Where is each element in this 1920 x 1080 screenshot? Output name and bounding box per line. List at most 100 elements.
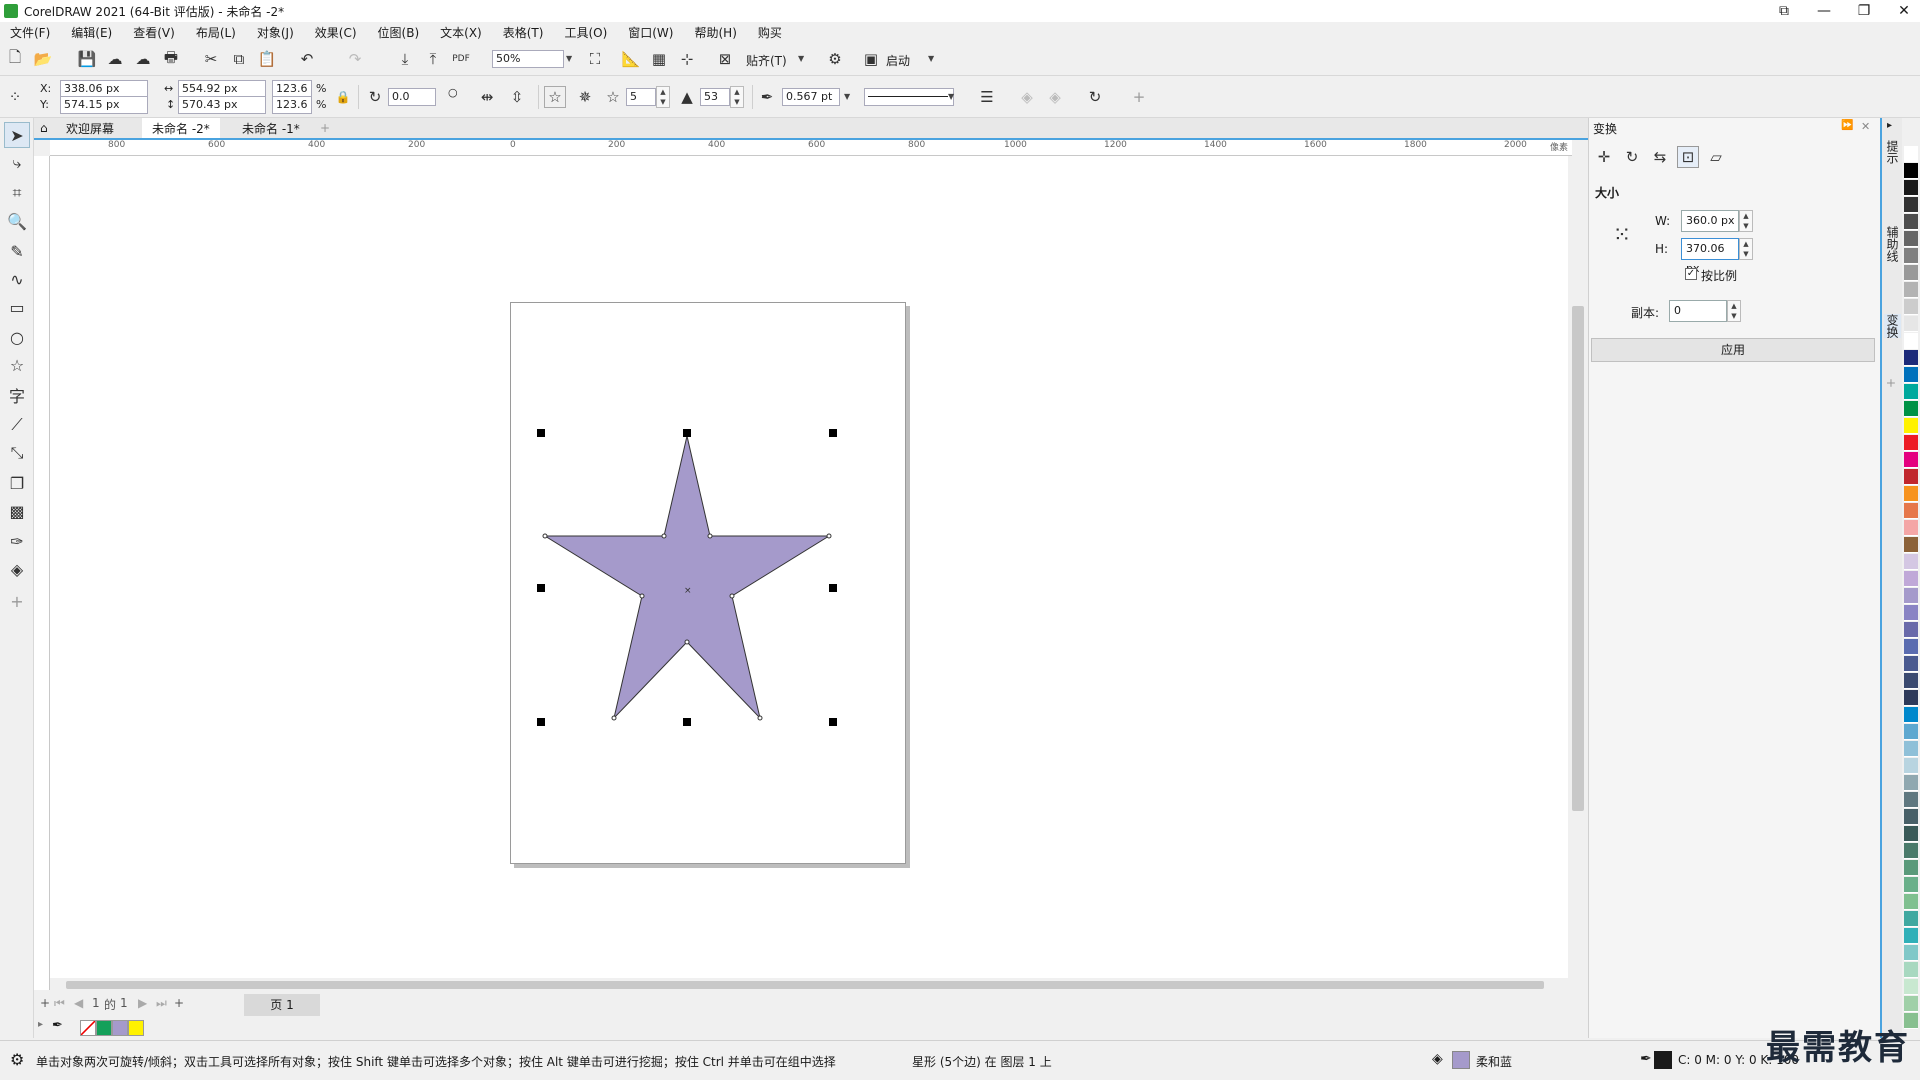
scale-y-input[interactable]: 123.6: [272, 96, 312, 114]
copies-input[interactable]: 0: [1669, 300, 1727, 322]
pdf-icon[interactable]: PDF: [450, 48, 472, 70]
handle-bottom-left[interactable]: [537, 718, 545, 726]
outline-width-dropdown-icon[interactable]: ▼: [844, 92, 850, 101]
print-icon[interactable]: 🖶: [160, 48, 182, 70]
menu-window[interactable]: 窗口(W): [628, 24, 673, 41]
palette-swatch[interactable]: [1904, 860, 1918, 876]
new-document-icon[interactable]: 🗋: [4, 48, 26, 70]
status-gear-icon[interactable]: ⚙: [10, 1050, 24, 1069]
export-icon[interactable]: ⤒: [422, 48, 444, 70]
menu-effects[interactable]: 效果(C): [315, 24, 357, 41]
to-back-icon[interactable]: ◈: [1044, 86, 1066, 108]
apply-button[interactable]: 应用: [1591, 338, 1875, 362]
star-sharpness-input[interactable]: 53: [700, 88, 730, 106]
menu-table[interactable]: 表格(T): [503, 24, 544, 41]
outline-width-input[interactable]: 0.567 pt: [782, 88, 840, 106]
menu-buy[interactable]: 购买: [758, 24, 782, 41]
palette-swatch[interactable]: [1904, 758, 1918, 774]
object-origin-icon[interactable]: ⁘: [4, 86, 26, 108]
handle-top-left[interactable]: [537, 429, 545, 437]
sharpness-spinner-icon[interactable]: ▲ ▼: [730, 86, 744, 108]
palette-swatch[interactable]: [1904, 775, 1918, 791]
save-icon[interactable]: 💾: [76, 48, 98, 70]
cut-icon[interactable]: ✂: [200, 48, 222, 70]
connector-tool-icon[interactable]: ⤡: [4, 440, 30, 466]
mirror-horizontal-icon[interactable]: ⇹: [476, 86, 498, 108]
star-shape[interactable]: ×: [530, 420, 850, 740]
palette-swatch[interactable]: [1904, 520, 1918, 536]
palette-swatch[interactable]: [1904, 843, 1918, 859]
crop-tool-icon[interactable]: ⌗: [4, 180, 30, 206]
palette-swatch[interactable]: [1904, 571, 1918, 587]
launch-dropdown-icon[interactable]: ▼: [928, 54, 934, 63]
horizontal-scrollbar[interactable]: [50, 978, 1568, 992]
transparency-tool-icon[interactable]: ▩: [4, 498, 30, 524]
copy-icon[interactable]: ⧉: [228, 48, 250, 70]
palette-swatch[interactable]: [1904, 724, 1918, 740]
star-polygon[interactable]: [543, 435, 831, 720]
h-input[interactable]: 370.06 px: [1681, 238, 1739, 275]
first-page-icon[interactable]: ⏮: [54, 996, 65, 1011]
size-transform-icon[interactable]: ⊡: [1677, 146, 1699, 168]
to-front-icon[interactable]: ◈: [1016, 86, 1038, 108]
interactive-fill-tool-icon[interactable]: ◈: [4, 556, 30, 582]
star-points-input[interactable]: 5: [626, 88, 656, 106]
snap-dropdown-icon[interactable]: ▼: [798, 54, 804, 63]
side-tab-transform[interactable]: 变换: [1884, 314, 1901, 338]
doc-color-swatch[interactable]: [96, 1020, 112, 1036]
handle-left[interactable]: [537, 584, 545, 592]
tab-untitled-2[interactable]: 未命名 -2*: [142, 118, 220, 138]
palette-swatch[interactable]: [1904, 588, 1918, 604]
next-page-icon[interactable]: ▶: [138, 996, 147, 1010]
shape-tool-icon[interactable]: ⤷: [4, 150, 30, 176]
handle-top-right[interactable]: [829, 429, 837, 437]
handle-bottom[interactable]: [683, 718, 691, 726]
handle-bottom-right[interactable]: [829, 718, 837, 726]
side-add-icon[interactable]: +: [1884, 378, 1898, 388]
add-property-icon[interactable]: +: [1128, 86, 1150, 108]
palette-swatch[interactable]: [1904, 197, 1918, 213]
docker-close-icon[interactable]: ✕: [1861, 120, 1870, 133]
palette-swatch[interactable]: [1904, 231, 1918, 247]
palette-swatch[interactable]: [1904, 435, 1918, 451]
scroll-thumb[interactable]: [66, 981, 1544, 989]
eyedropper-tool-icon[interactable]: ✑: [4, 528, 30, 554]
menu-text[interactable]: 文本(X): [440, 24, 482, 41]
palette-swatch[interactable]: [1904, 894, 1918, 910]
convert-to-curves-icon[interactable]: ↻: [1084, 86, 1106, 108]
text-tool-icon[interactable]: 字: [4, 382, 30, 408]
palette-eyedropper-icon[interactable]: ✒: [52, 1018, 63, 1033]
new-tab-icon[interactable]: +: [310, 118, 340, 138]
skew-transform-icon[interactable]: ▱: [1705, 146, 1727, 168]
page-tab-1[interactable]: 页 1: [244, 994, 320, 1016]
palette-swatch[interactable]: [1904, 503, 1918, 519]
palette-swatch[interactable]: [1904, 792, 1918, 808]
minimize-button[interactable]: —: [1804, 0, 1844, 22]
doc-color-swatch[interactable]: [112, 1020, 128, 1036]
points-spinner-icon[interactable]: ▲ ▼: [656, 86, 670, 108]
zoom-level-input[interactable]: 50%: [492, 50, 564, 68]
y-position-input[interactable]: 574.15 px: [60, 96, 148, 114]
paste-icon[interactable]: 📋: [256, 48, 278, 70]
open-icon[interactable]: 📂: [32, 48, 54, 70]
palette-swatch[interactable]: [1904, 214, 1918, 230]
position-transform-icon[interactable]: ✛: [1593, 146, 1615, 168]
no-color-swatch[interactable]: [80, 1020, 96, 1036]
quick-customize-icon[interactable]: +: [4, 588, 30, 614]
side-expand-icon[interactable]: ▸: [1884, 120, 1895, 131]
palette-swatch[interactable]: [1904, 962, 1918, 978]
docker-expand-icon[interactable]: ⏩: [1841, 120, 1853, 131]
complex-star-icon[interactable]: ✵: [574, 86, 596, 108]
palette-swatch[interactable]: [1904, 469, 1918, 485]
palette-swatch[interactable]: [1904, 265, 1918, 281]
menu-bitmaps[interactable]: 位图(B): [378, 24, 420, 41]
palette-swatch[interactable]: [1904, 316, 1918, 332]
show-guidelines-icon[interactable]: ⊹: [676, 48, 698, 70]
restore-icon[interactable]: ⧉: [1764, 0, 1804, 22]
palette-swatch[interactable]: [1904, 673, 1918, 689]
close-button[interactable]: ✕: [1884, 0, 1920, 22]
palette-swatch[interactable]: [1904, 180, 1918, 196]
palette-swatch[interactable]: [1904, 367, 1918, 383]
launch-icon[interactable]: ▣: [860, 48, 882, 70]
palette-swatch[interactable]: [1904, 605, 1918, 621]
